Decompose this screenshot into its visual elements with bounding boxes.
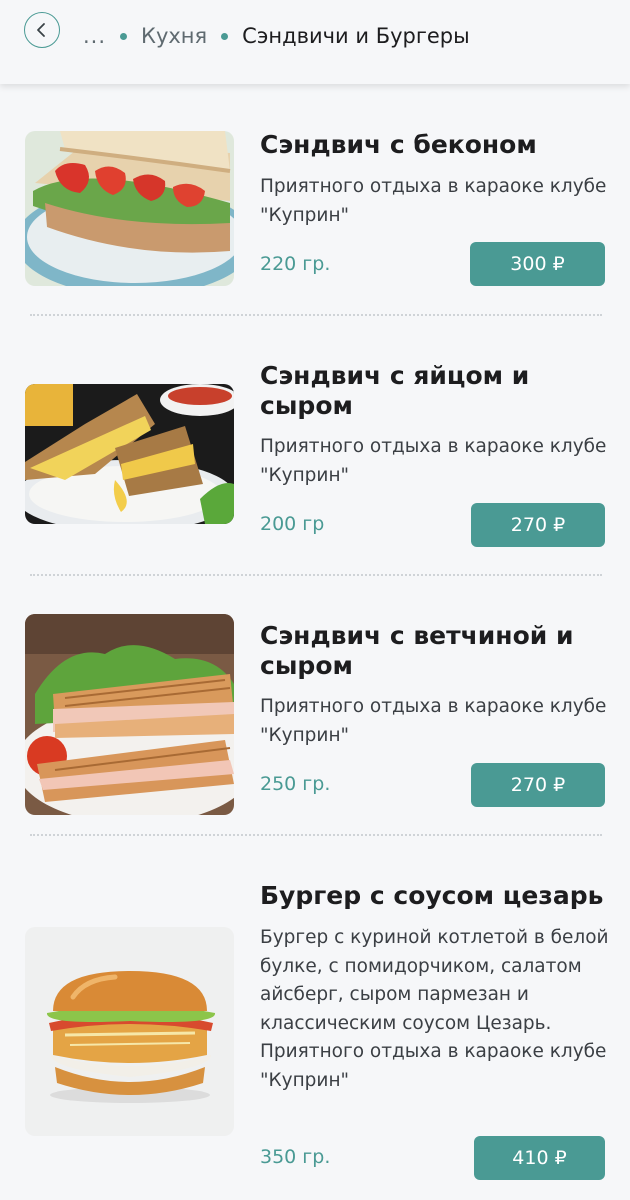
breadcrumb: ... Кухня Сэндвичи и Бургеры xyxy=(83,20,470,52)
breadcrumb-item-kitchen[interactable]: Кухня xyxy=(141,24,207,48)
item-description-line: Приятного отдыха в караоке клубе "Куприн… xyxy=(260,696,607,746)
price-button[interactable]: 410 ₽ xyxy=(474,1136,605,1180)
item-description-line: Приятного отдыха в караоке клубе "Куприн… xyxy=(260,436,607,486)
item-description-line: Приятного отдыха в караоке клубе "Куприн… xyxy=(260,1041,607,1091)
item-divider xyxy=(30,834,602,836)
item-description-line: Бургер с куриной котлетой в белой булке,… xyxy=(260,927,609,1034)
breadcrumb-separator xyxy=(120,32,128,40)
item-description: Приятного отдыха в караоке клубе "Куприн… xyxy=(260,433,610,490)
item-description: Приятного отдыха в караоке клубе "Куприн… xyxy=(260,173,610,230)
chevron-left-icon xyxy=(37,23,45,37)
top-bar: ... Кухня Сэндвичи и Бургеры xyxy=(0,0,630,84)
item-title: Сэндвич с беконом xyxy=(260,130,537,159)
price-button[interactable]: 270 ₽ xyxy=(471,503,605,547)
item-weight: 200 гр xyxy=(260,513,325,535)
breadcrumb-current: Сэндвичи и Бургеры xyxy=(242,24,470,48)
back-button[interactable] xyxy=(24,12,60,48)
item-title: Бургер с соусом цезарь xyxy=(260,881,604,910)
item-weight: 220 гр. xyxy=(260,253,331,275)
item-description: Бургер с куриной котлетой в белой булке,… xyxy=(260,924,610,1095)
item-photo[interactable] xyxy=(25,927,234,1136)
item-description: Приятного отдыха в караоке клубе "Куприн… xyxy=(260,693,610,750)
breadcrumb-ellipsis[interactable]: ... xyxy=(83,24,106,48)
item-divider xyxy=(30,574,602,576)
item-title: Сэндвич с ветчиной и сыром xyxy=(260,621,574,680)
breadcrumb-separator xyxy=(221,32,229,40)
item-divider xyxy=(30,314,602,316)
price-button[interactable]: 270 ₽ xyxy=(471,763,605,807)
item-photo[interactable] xyxy=(25,384,234,524)
item-photo[interactable] xyxy=(25,131,234,286)
item-photo[interactable] xyxy=(25,614,234,815)
item-title: Сэндвич с яйцом и сыром xyxy=(260,361,530,420)
item-weight: 350 гр. xyxy=(260,1146,331,1168)
price-button[interactable]: 300 ₽ xyxy=(470,242,605,286)
item-description-line: Приятного отдыха в караоке клубе "Куприн… xyxy=(260,176,607,226)
item-weight: 250 гр. xyxy=(260,773,331,795)
